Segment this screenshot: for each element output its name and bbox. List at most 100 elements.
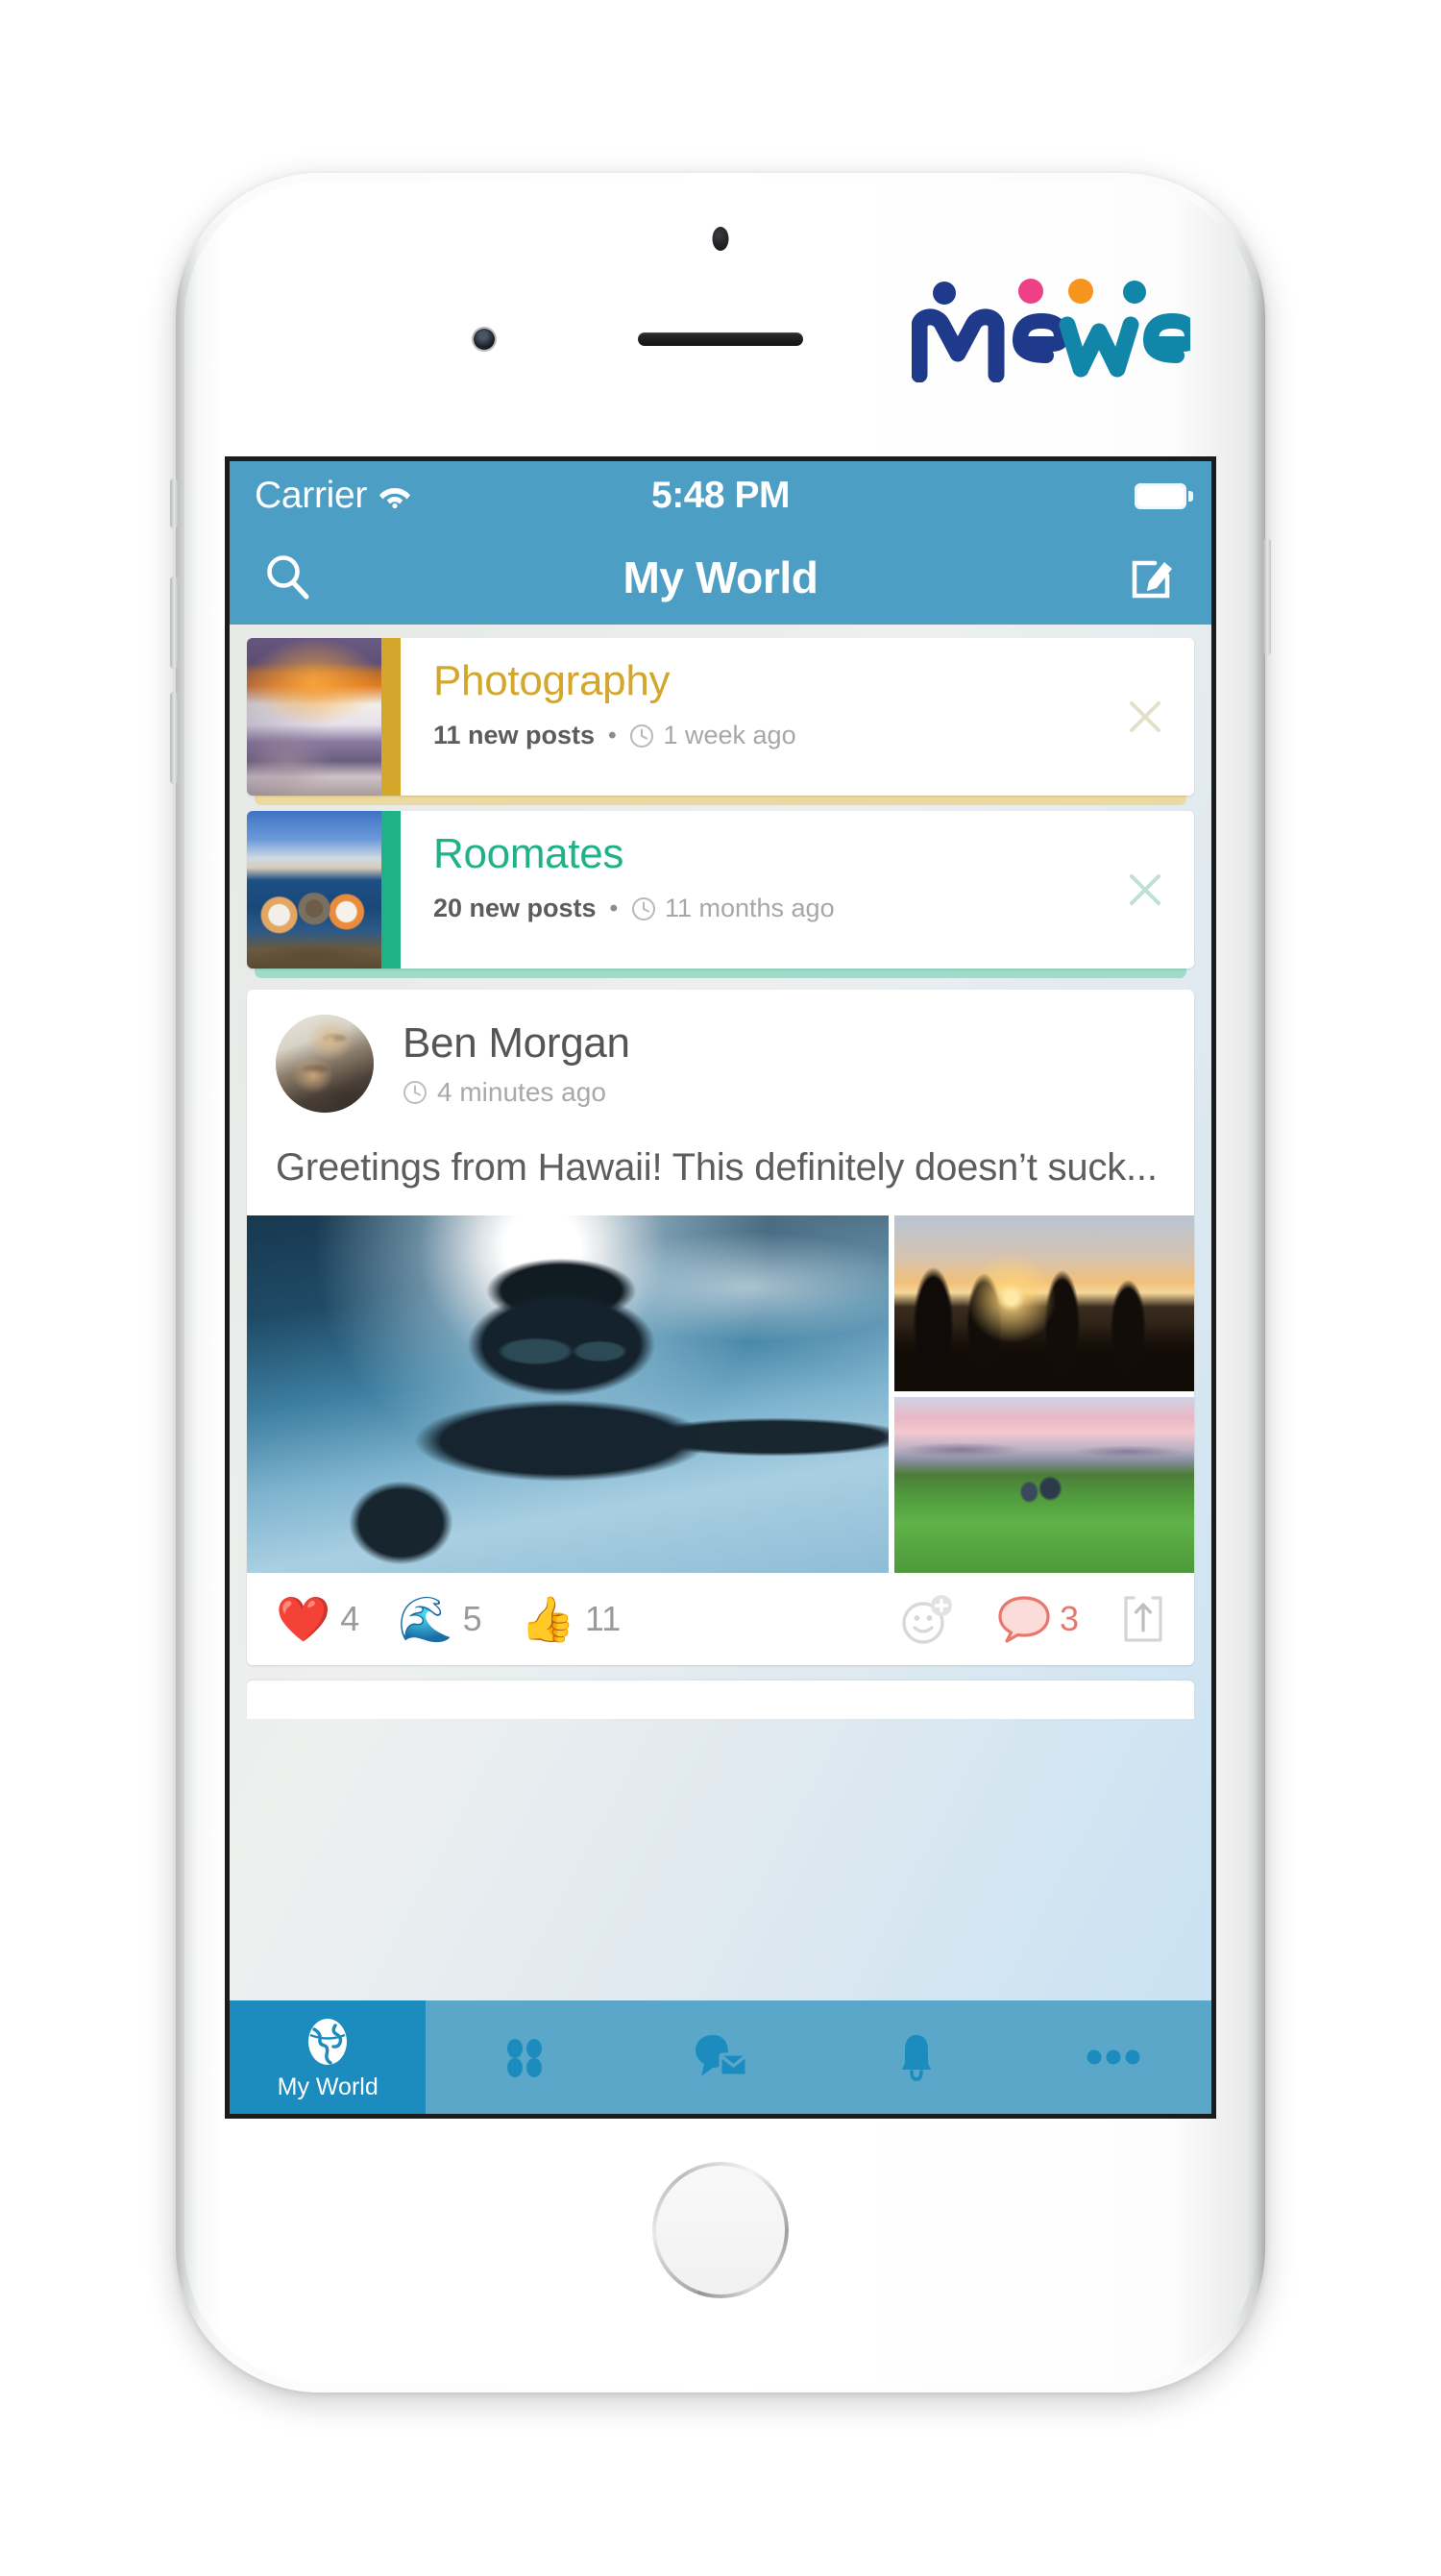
volume-up-button[interactable] — [170, 577, 178, 669]
post-media-grid — [247, 1215, 1194, 1574]
post-media-side-top[interactable] — [894, 1215, 1194, 1392]
group-time-ago: 1 week ago — [663, 721, 796, 750]
tab-my-world[interactable]: My World — [230, 2000, 427, 2114]
post-header-text: Ben Morgan 4 minutes ago — [403, 1019, 630, 1108]
group-invite-wrapper: Roomates 20 new posts • 11 months ago — [247, 811, 1194, 978]
avatar[interactable] — [276, 1015, 374, 1113]
earpiece-speaker — [638, 332, 803, 346]
tab-icon-wrap — [1083, 2029, 1144, 2085]
status-left: Carrier — [255, 475, 411, 517]
post-header: Ben Morgan 4 minutes ago — [247, 990, 1194, 1122]
post-media-side — [894, 1215, 1194, 1574]
clock-icon — [403, 1081, 427, 1104]
camera-lens — [474, 329, 495, 350]
nav-bar: My World — [230, 530, 1211, 625]
share-button[interactable] — [1121, 1592, 1165, 1646]
wave-reaction[interactable]: 🌊 5 — [398, 1597, 481, 1641]
logo-dot-teal — [1123, 281, 1146, 304]
group-close-button[interactable] — [1121, 693, 1169, 741]
status-bar: Carrier 5:48 PM — [230, 461, 1211, 530]
power-button[interactable] — [1263, 538, 1271, 655]
compose-icon — [1132, 560, 1172, 599]
post-actions: 3 — [900, 1592, 1165, 1646]
group-new-posts-count: 11 new posts — [433, 721, 596, 750]
compose-button[interactable] — [1123, 548, 1183, 607]
post-card: Ben Morgan 4 minutes ago Greetings from … — [247, 990, 1194, 1666]
post-timestamp: 4 minutes ago — [403, 1077, 630, 1108]
heart-icon: ❤️ — [276, 1594, 331, 1645]
bottom-tab-bar: My World — [230, 2000, 1211, 2114]
post-media-main[interactable] — [247, 1215, 889, 1574]
group-time-ago-wrap: 11 months ago — [631, 894, 835, 923]
tab-more[interactable] — [1015, 2000, 1211, 2114]
phone-screen: Carrier 5:48 PM My World Photography 11 … — [230, 461, 1211, 2114]
group-time-ago: 11 months ago — [664, 894, 835, 923]
add-emoji-icon — [902, 1595, 952, 1644]
group-card-body: Roomates 20 new posts • 11 months ago — [401, 811, 1194, 969]
phone-device: Carrier 5:48 PM My World Photography 11 … — [170, 173, 1271, 2392]
group-time-ago-wrap: 1 week ago — [629, 721, 796, 750]
group-invite-wrapper: Photography 11 new posts • 1 week ago — [247, 638, 1194, 805]
group-accent-bar — [381, 811, 401, 969]
comment-count: 3 — [1059, 1599, 1079, 1639]
group-name: Photography — [433, 657, 671, 704]
group-thumbnail — [247, 811, 381, 969]
group-close-button[interactable] — [1121, 866, 1169, 914]
wave-reaction-count: 5 — [462, 1599, 482, 1639]
status-right — [1135, 482, 1193, 509]
comment-bubble-icon — [998, 1596, 1050, 1643]
group-meta: 20 new posts • 11 months ago — [433, 894, 1171, 923]
tab-notifications[interactable] — [818, 2000, 1014, 2114]
volume-down-button[interactable] — [170, 692, 178, 784]
group-accent-bar — [381, 638, 401, 796]
meta-separator: • — [608, 722, 617, 748]
group-meta: 11 new posts • 1 week ago — [433, 721, 1171, 750]
search-button[interactable] — [258, 548, 318, 607]
front-camera — [712, 227, 729, 251]
logo-dot-orange — [1068, 279, 1093, 304]
heart-reaction[interactable]: ❤️ 4 — [276, 1597, 359, 1641]
group-invite-card[interactable]: Photography 11 new posts • 1 week ago — [247, 638, 1194, 796]
share-icon — [1124, 1596, 1162, 1642]
group-invite-card[interactable]: Roomates 20 new posts • 11 months ago — [247, 811, 1194, 969]
thumbs-up-reaction[interactable]: 👍 11 — [521, 1597, 622, 1641]
comment-button[interactable]: 3 — [996, 1593, 1079, 1645]
thumbs-up-reaction-count: 11 — [584, 1599, 622, 1639]
home-button[interactable] — [652, 2162, 789, 2298]
group-thumbnail — [247, 638, 381, 796]
post-author-name[interactable]: Ben Morgan — [403, 1019, 630, 1067]
mewe-logo — [912, 277, 1190, 382]
bell-icon — [902, 2035, 932, 2081]
group-new-posts-count: 20 new posts — [433, 894, 597, 923]
add-reaction-button[interactable] — [900, 1592, 954, 1646]
close-icon — [1130, 701, 1160, 732]
next-post-preview[interactable] — [247, 1681, 1194, 1720]
tab-label-my-world: My World — [277, 2073, 379, 2100]
post-body-text: Greetings from Hawaii! This definitely d… — [276, 1146, 1158, 1189]
tab-icon-wrap — [692, 2029, 749, 2085]
post-time-ago: 4 minutes ago — [437, 1077, 606, 1107]
search-icon — [267, 555, 309, 600]
group-name: Roomates — [433, 830, 624, 877]
tab-groups[interactable] — [426, 2000, 622, 2114]
clock-icon — [630, 724, 654, 748]
wave-icon: 🌊 — [398, 1594, 453, 1645]
tab-icon-wrap — [891, 2029, 942, 2085]
wifi-icon — [379, 488, 411, 508]
meta-separator: • — [609, 895, 618, 921]
logo-dot-pink — [1018, 279, 1043, 304]
feed-scroll-area[interactable]: Photography 11 new posts • 1 week ago Ro… — [230, 625, 1211, 2000]
clock-icon — [631, 896, 655, 920]
logo-dot-navy — [933, 282, 956, 305]
tab-chats[interactable] — [623, 2000, 818, 2114]
silent-switch[interactable] — [170, 478, 178, 528]
reaction-bar: ❤️ 4 🌊 5 👍 11 3 — [247, 1573, 1194, 1666]
heart-reaction-count: 4 — [340, 1599, 360, 1639]
thumbs-up-icon: 👍 — [520, 1594, 575, 1645]
chat-mail-icon — [696, 2035, 748, 2077]
post-media-side-bottom[interactable] — [894, 1397, 1194, 1574]
more-dots-icon — [1087, 2049, 1140, 2065]
battery-icon — [1135, 482, 1193, 509]
tab-icon-wrap — [302, 2014, 354, 2070]
tab-icon-wrap — [499, 2029, 550, 2085]
